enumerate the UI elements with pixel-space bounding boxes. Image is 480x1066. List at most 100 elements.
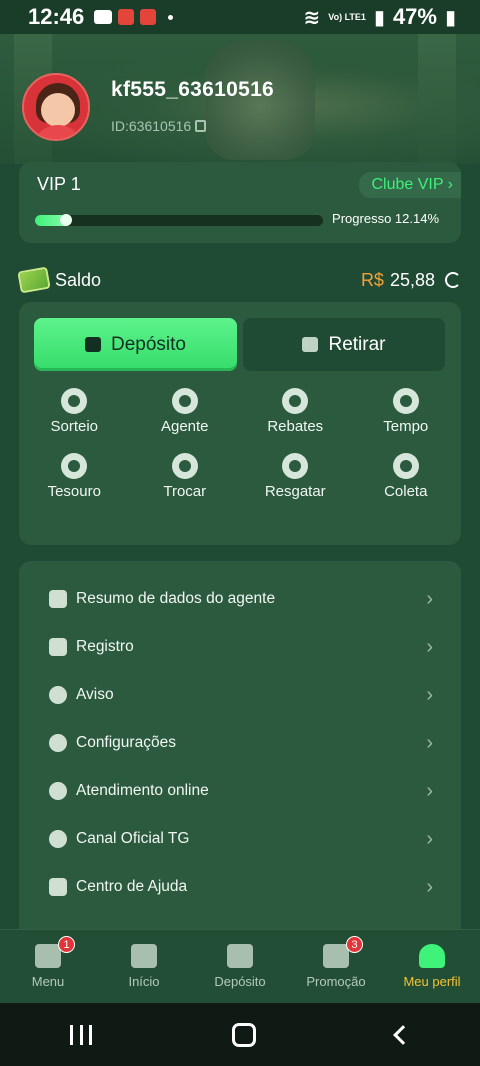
- grid-item-tempo[interactable]: Tempo: [351, 388, 462, 435]
- nav-label: Depósito: [214, 974, 266, 989]
- home-button-icon[interactable]: [232, 1022, 256, 1047]
- grid-item-sorteio[interactable]: Sorteio: [19, 388, 130, 435]
- grid-item-label: Resgatar: [264, 483, 326, 500]
- app-notification-icon: [140, 9, 157, 25]
- refresh-icon[interactable]: [445, 272, 461, 288]
- nav-label: Promoção: [306, 974, 366, 989]
- menu-item-label: Resumo de dados do agente: [76, 590, 276, 607]
- chevron-right-icon: ›: [426, 779, 433, 802]
- menu-list: Resumo de dados do agente › Registro › Avi…: [19, 561, 461, 911]
- notification-badge: 1: [58, 936, 75, 953]
- help-book-icon: [49, 878, 67, 896]
- network-indicator: Vo) LTE1: [328, 11, 366, 22]
- user-id-text: ID:63610516: [111, 118, 192, 134]
- grid-item-label: Tempo: [383, 418, 429, 435]
- nav-item-menu[interactable]: 1 Menu: [0, 930, 96, 1003]
- home-icon: [131, 944, 157, 968]
- status-time: 12:46: [28, 4, 85, 29]
- menu-item-registro[interactable]: Registro ›: [19, 623, 461, 671]
- rebate-icon: [282, 388, 309, 414]
- withdraw-button[interactable]: Retirar: [243, 318, 445, 371]
- copy-icon[interactable]: [195, 120, 207, 132]
- menu-item-centro-ajuda[interactable]: Centro de Ajuda ›: [19, 863, 461, 911]
- username: kf555_63610516: [111, 78, 275, 101]
- chevron-right-icon: ›: [426, 635, 433, 658]
- balance-amount: R$ 25,88: [361, 270, 461, 291]
- collect-icon: [392, 453, 419, 479]
- coins-icon: [282, 453, 309, 479]
- nav-item-promocao[interactable]: 3 Promoção: [288, 930, 384, 1003]
- grid-item-label: Agente: [160, 418, 209, 435]
- cash-icon: [17, 266, 51, 294]
- chevron-right-icon: ›: [447, 176, 453, 193]
- menu-item-configuracoes[interactable]: Configurações ›: [19, 719, 461, 767]
- wallet-icon: [227, 944, 253, 968]
- avatar[interactable]: [22, 73, 90, 141]
- deposit-button[interactable]: Depósito: [34, 318, 237, 371]
- recent-apps-icon[interactable]: [70, 1024, 92, 1045]
- grid-item-label: Rebates: [267, 418, 324, 435]
- menu-item-atendimento[interactable]: Atendimento online ›: [19, 767, 461, 815]
- lottery-icon: [61, 388, 88, 414]
- grid-item-resgatar[interactable]: Resgatar: [240, 453, 351, 500]
- wifi-icon: ≋: [303, 6, 321, 29]
- decorative-pillar: [418, 34, 456, 164]
- menu-item-label: Registro: [76, 638, 134, 655]
- menu-item-agent-summary[interactable]: Resumo de dados do agente ›: [19, 575, 461, 623]
- profile-icon: [419, 944, 445, 968]
- user-id[interactable]: ID:63610516: [111, 118, 207, 134]
- chevron-right-icon: ›: [426, 875, 433, 898]
- menu-card: Resumo de dados do agente › Registro › Avi…: [19, 561, 461, 941]
- balance-row: Saldo R$ 25,88: [17, 265, 461, 295]
- status-right: ≋ Vo) LTE1 ▮ 47% ▮: [303, 4, 456, 30]
- menu-item-label: Aviso: [76, 686, 114, 703]
- avatar-face: [41, 93, 75, 127]
- nav-item-inicio[interactable]: Início: [96, 930, 192, 1003]
- balance-value: 25,88: [389, 269, 435, 290]
- menu-item-aviso[interactable]: Aviso ›: [19, 671, 461, 719]
- menu-item-label: Canal Oficial TG: [76, 830, 190, 847]
- bottom-nav: 1 Menu Início Depósito 3 Promoção Meu pe…: [0, 929, 480, 1003]
- nav-item-meu-perfil[interactable]: Meu perfil: [384, 930, 480, 1003]
- org-chart-icon: [49, 590, 67, 608]
- deposit-icon: [85, 337, 101, 352]
- grid-item-label: Tesouro: [47, 483, 101, 500]
- treasure-icon: [61, 453, 88, 479]
- vip-card: VIP 1 Clube VIP › Progresso 12.14%: [19, 162, 461, 243]
- exchange-icon: [171, 453, 198, 479]
- chevron-right-icon: ›: [426, 731, 433, 754]
- app-notification-icon: [118, 9, 135, 25]
- nav-label: Início: [128, 974, 160, 989]
- grid-item-label: Coleta: [384, 483, 428, 500]
- deposit-label: Depósito: [111, 333, 186, 355]
- chevron-right-icon: ›: [426, 587, 433, 610]
- vip-club-label: Clube VIP: [371, 176, 444, 193]
- wallet-actions-card: Depósito Retirar Sorteio Agente Rebates …: [19, 302, 461, 545]
- gear-icon: [49, 734, 67, 752]
- vip-club-button[interactable]: Clube VIP ›: [359, 172, 461, 198]
- menu-item-canal-tg[interactable]: Canal Oficial TG ›: [19, 815, 461, 863]
- grid-item-agente[interactable]: Agente: [130, 388, 241, 435]
- telegram-icon: [49, 830, 67, 848]
- trophy-icon: [323, 944, 349, 968]
- menu-item-label: Centro de Ajuda: [76, 878, 188, 895]
- grid-item-rebates[interactable]: Rebates: [240, 388, 351, 435]
- support-agent-icon: [49, 782, 67, 800]
- signal-icon: ▮: [373, 6, 385, 29]
- chevron-right-icon: ›: [426, 683, 433, 706]
- grid-item-tesouro[interactable]: Tesouro: [19, 453, 130, 500]
- bell-icon: [49, 686, 67, 704]
- withdraw-icon: [302, 337, 319, 352]
- message-icon: [94, 10, 113, 24]
- grid-menu-icon: [35, 944, 61, 968]
- nav-label: Meu perfil: [403, 974, 461, 989]
- nav-item-deposito[interactable]: Depósito: [192, 930, 288, 1003]
- vip-progress-label: Progresso 12.14%: [332, 211, 439, 226]
- grid-item-coleta[interactable]: Coleta: [351, 453, 462, 500]
- grid-item-trocar[interactable]: Trocar: [130, 453, 241, 500]
- back-icon[interactable]: [393, 1024, 413, 1045]
- chevron-right-icon: ›: [426, 827, 433, 850]
- currency-symbol: R$: [360, 269, 384, 290]
- battery-icon: ▮: [444, 6, 456, 29]
- vip-level: VIP 1: [37, 174, 81, 194]
